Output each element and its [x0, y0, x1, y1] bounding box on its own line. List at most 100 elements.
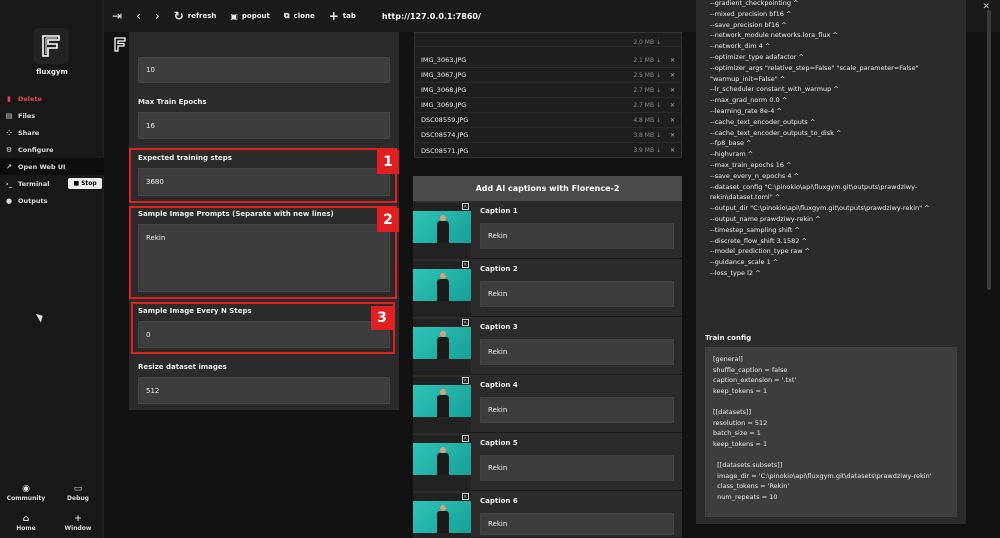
caption-input[interactable]: Rekin: [480, 223, 674, 249]
new-tab-button[interactable]: + tab: [329, 9, 356, 23]
caption-thumbnail[interactable]: ⇱: [413, 493, 471, 538]
sidebar-item-label: Delete: [18, 94, 42, 103]
add-ai-captions-button[interactable]: Add AI captions with Florence-2: [413, 176, 682, 201]
stop-button[interactable]: ■ Stop: [68, 178, 102, 189]
remove-file-icon[interactable]: ✕: [670, 102, 675, 109]
caption-thumbnail[interactable]: ⇱: [413, 435, 471, 491]
tab-label: tab: [342, 12, 356, 20]
train-script-text[interactable]: --gradient_checkpointing ^ --mixed_preci…: [710, 0, 960, 320]
debug-label: Debug: [67, 495, 89, 502]
file-size[interactable]: 2.1 MB ↓: [633, 57, 661, 64]
folder-icon: ▤: [5, 111, 13, 120]
sidebar-item-label: Terminal: [18, 179, 50, 188]
exit-button[interactable]: ⇥: [112, 9, 122, 23]
field-input[interactable]: 10: [138, 57, 390, 83]
sidebar-item-files[interactable]: ▤ Files: [0, 107, 104, 124]
caption-row: ⇱ Caption 5 Rekin: [413, 433, 682, 491]
caption-input[interactable]: Rekin: [480, 339, 674, 365]
url-bar[interactable]: http://127.0.0.1:7860/: [382, 12, 481, 21]
file-row: DSC08571.JPG 3.9 MB ↓ ✕: [415, 143, 681, 158]
resize-images-input[interactable]: 512: [138, 377, 390, 404]
annotation-badge-3: 3: [371, 306, 393, 330]
sidebar-item-delete[interactable]: ▮ Delete: [0, 90, 104, 107]
caption-label: Caption 2: [480, 265, 518, 273]
remove-file-icon[interactable]: ✕: [670, 132, 675, 139]
expand-icon[interactable]: ⇱: [462, 203, 469, 210]
file-size[interactable]: 2.5 MB ↓: [633, 72, 661, 79]
remove-file-icon[interactable]: ✕: [670, 57, 675, 64]
debug-button[interactable]: ▭ Debug: [52, 484, 104, 502]
caption-row: ⇱ Caption 1 Rekin: [413, 201, 682, 259]
fluxgym-logo[interactable]: [33, 28, 69, 64]
caption-input[interactable]: Rekin: [480, 513, 674, 535]
home-button[interactable]: ⌂ Home: [0, 514, 52, 532]
remove-file-icon[interactable]: ✕: [670, 147, 675, 154]
caption-thumbnail[interactable]: ⇱: [413, 203, 471, 259]
caption-row: ⇱ Caption 4 Rekin: [413, 375, 682, 433]
max-epochs-input[interactable]: 16: [138, 112, 390, 139]
refresh-icon: ↻: [173, 9, 184, 23]
caption-thumbnail[interactable]: ⇱: [413, 377, 471, 433]
fluxgym-logo-icon: [42, 35, 60, 57]
sidebar-item-outputs[interactable]: ● Outputs: [0, 192, 104, 209]
debug-icon: ▭: [73, 484, 83, 494]
exit-icon: ⇥: [112, 9, 123, 23]
home-icon: ⌂: [22, 514, 30, 524]
refresh-button[interactable]: ↻ refresh: [174, 9, 217, 23]
expand-icon[interactable]: ⇱: [462, 319, 469, 326]
plus-icon: +: [74, 514, 82, 524]
file-size[interactable]: 2.7 MB ↓: [633, 102, 661, 109]
caption-row: ⇱ Caption 2 Rekin: [413, 259, 682, 317]
expand-icon[interactable]: ⇱: [462, 435, 469, 442]
plus-icon: +: [328, 9, 339, 23]
file-row-partial: 2.0 MB ↓: [415, 39, 681, 47]
file-name: IMG_3068.JPG: [421, 86, 467, 94]
file-size[interactable]: 2.7 MB ↓: [633, 87, 661, 94]
caption-thumbnail[interactable]: ⇱: [413, 261, 471, 317]
sidebar-item-terminal[interactable]: ›_ Terminal ■ Stop: [0, 175, 104, 192]
remove-file-icon[interactable]: ✕: [670, 87, 675, 94]
file-size: 2.0 MB ↓: [633, 39, 661, 46]
sidebar-item-open-web-ui[interactable]: ↗ Open Web UI: [0, 158, 104, 175]
caption-thumbnail[interactable]: ⇱: [413, 319, 471, 375]
popout-button[interactable]: ▣ popout: [230, 12, 270, 21]
sidebar-item-share[interactable]: ⁘ Share: [0, 124, 104, 141]
sidebar-item-configure[interactable]: ⚙ Configure: [0, 141, 104, 158]
photo-image: [413, 443, 471, 475]
clone-button[interactable]: ⧉ clone: [284, 11, 315, 21]
new-window-button[interactable]: + Window: [52, 514, 104, 532]
back-button[interactable]: ‹: [136, 9, 141, 23]
file-name: DSC08571.JPG: [421, 146, 469, 155]
community-button[interactable]: ◉ Community: [0, 484, 52, 502]
file-size[interactable]: 4.8 MB ↓: [633, 117, 661, 124]
file-size[interactable]: 3.8 MB ↓: [633, 132, 661, 139]
file-name: IMG_3063.JPG: [421, 56, 467, 64]
photo-image: [413, 327, 471, 359]
uploaded-files-list: 2.0 MB ↓ IMG_3063.JPG 2.1 MB ↓ ✕ IMG_306…: [414, 32, 682, 158]
caption-input[interactable]: Rekin: [480, 397, 674, 423]
remove-file-icon[interactable]: ✕: [670, 72, 675, 79]
train-config-textarea[interactable]: [general] shuffle_caption = false captio…: [705, 347, 957, 517]
file-row: IMG_3068.JPG 2.7 MB ↓ ✕: [415, 83, 681, 98]
expand-icon[interactable]: ⇱: [462, 493, 469, 500]
remove-file-icon[interactable]: ✕: [670, 117, 675, 124]
photo-image: [413, 501, 471, 533]
page-scrollbar[interactable]: [987, 10, 991, 290]
file-row: IMG_3067.JPG 2.5 MB ↓ ✕: [415, 68, 681, 83]
sidebar: fluxgym ▮ Delete ▤ Files ⁘ Share ⚙ Confi…: [0, 0, 104, 538]
file-name: DSC08559.JPG: [421, 116, 469, 124]
forward-button[interactable]: ›: [155, 9, 160, 23]
file-size[interactable]: 3.9 MB ↓: [633, 147, 661, 154]
sidebar-item-label: Share: [18, 128, 40, 137]
clone-icon: ⧉: [283, 11, 290, 20]
user-icon: ●: [5, 196, 13, 205]
window-label: Window: [64, 525, 92, 532]
caption-input[interactable]: Rekin: [480, 281, 674, 307]
expand-icon[interactable]: ⇱: [462, 377, 469, 384]
stop-label: Stop: [81, 180, 97, 187]
sidebar-menu: ▮ Delete ▤ Files ⁘ Share ⚙ Configure ↗ O…: [0, 90, 104, 209]
caption-input[interactable]: Rekin: [480, 455, 674, 481]
expand-icon[interactable]: ⇱: [462, 261, 469, 268]
caption-label: Caption 6: [480, 497, 518, 505]
external-link-icon: ↗: [6, 162, 12, 171]
